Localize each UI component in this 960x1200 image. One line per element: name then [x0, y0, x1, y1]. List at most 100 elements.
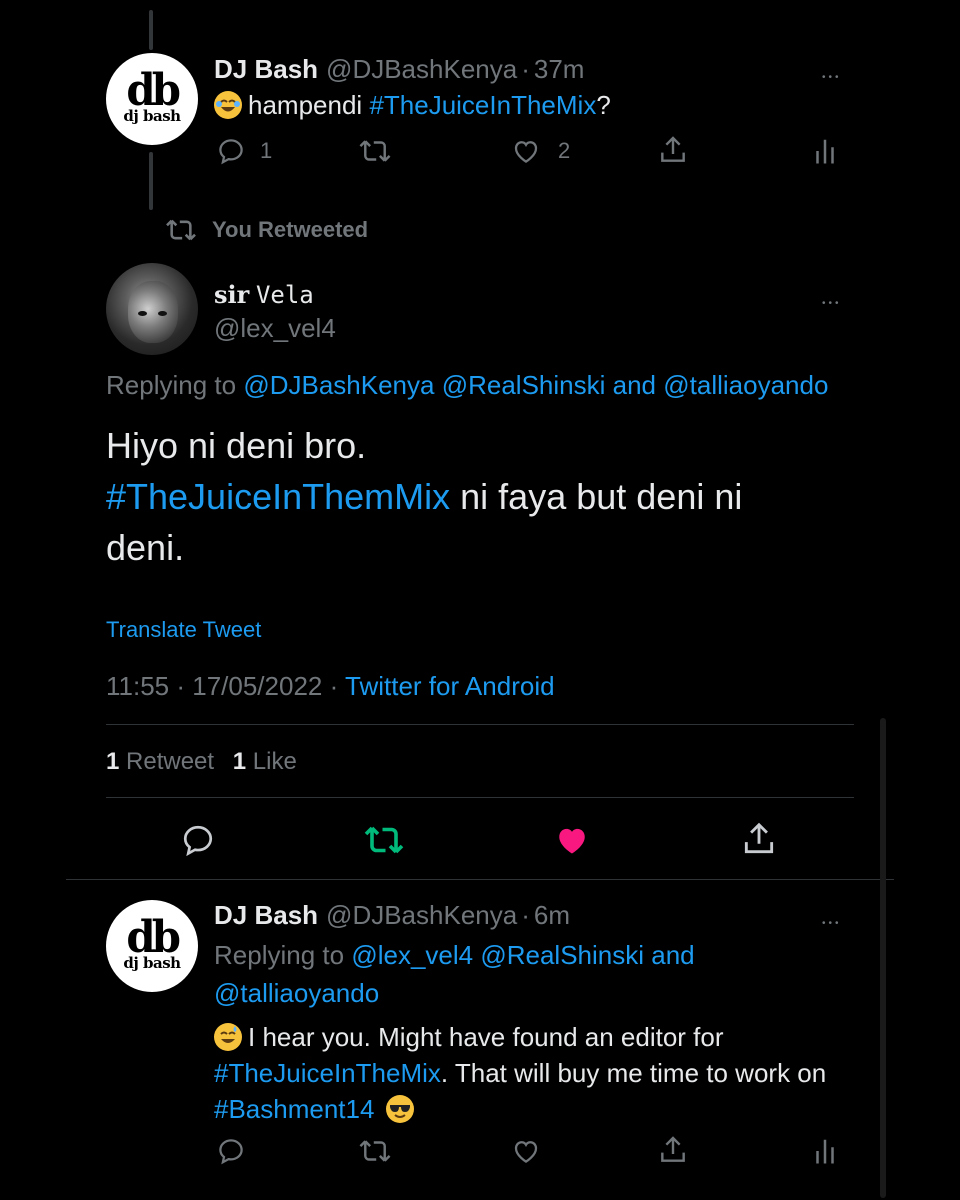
reply-button[interactable]: 1: [216, 136, 272, 166]
main-author-handle[interactable]: @lex_vel4: [214, 313, 336, 344]
avatar-logo-mark: db: [126, 912, 182, 963]
like-stat-label: Like: [252, 748, 297, 775]
reply-icon: [219, 1139, 243, 1165]
author-name[interactable]: DJ Bash: [214, 54, 318, 85]
mention-link[interactable]: @talliaoyando: [663, 370, 828, 400]
reply-count: 1: [260, 138, 273, 163]
main-author-name[interactable]: sir Vela: [214, 280, 314, 310]
tweet-time[interactable]: 6m: [534, 900, 570, 931]
tweet-text-rest: ni faya but deni ni: [460, 476, 743, 517]
replying-label: Replying to: [106, 370, 237, 400]
reply-icon: [183, 825, 213, 857]
author-handle[interactable]: @DJBashKenya: [326, 54, 517, 85]
hashtag-link[interactable]: #TheJuiceInTheMix: [214, 1058, 441, 1088]
sunglasses-emoji-icon: [385, 1095, 414, 1123]
replying-to: Replying to @DJBashKenya @RealShinski an…: [106, 370, 828, 401]
mention-and[interactable]: and: [651, 940, 694, 970]
avatar-djbash[interactable]: db dj bash: [106, 53, 198, 145]
hashtag-link[interactable]: #TheJuiceInThemMix: [106, 476, 450, 517]
hashtag-link[interactable]: #TheJuiceInTheMix: [369, 90, 596, 120]
divider: [106, 724, 854, 725]
tweet1-header: DJ Bash @DJBashKenya · 37m: [214, 52, 584, 86]
main-like-button[interactable]: [552, 822, 592, 858]
divider: [106, 797, 854, 798]
retweet-icon: [364, 826, 404, 854]
mention-link[interactable]: @RealShinski: [480, 940, 644, 970]
like-icon: [514, 1141, 538, 1163]
avatar-djbash[interactable]: db dj bash: [106, 900, 198, 992]
mention-link[interactable]: @talliaoyando: [214, 978, 379, 1008]
tweet-text: hampendi: [248, 90, 363, 120]
tweet1-text: hampendi #TheJuiceInTheMix?: [214, 88, 611, 122]
tweet-time[interactable]: 37m: [534, 54, 585, 85]
retweet-icon: [359, 1140, 391, 1162]
avatar-sirvela[interactable]: [106, 263, 198, 355]
analytics-icon: [816, 139, 834, 164]
author-name[interactable]: DJ Bash: [214, 900, 318, 931]
like-button[interactable]: [510, 1136, 542, 1166]
author-name-suffix: Vela: [255, 281, 314, 309]
mention-link[interactable]: @DJBashKenya: [243, 370, 434, 400]
tweet-source[interactable]: Twitter for Android: [345, 671, 555, 701]
hashtag-link[interactable]: #Bashment14: [214, 1094, 374, 1124]
sweat-smile-emoji-icon: [214, 1023, 242, 1051]
tweet-text-line: deni.: [106, 527, 185, 568]
retweet-banner: You Retweeted: [164, 214, 368, 246]
retweet-stat-label: Retweet: [126, 748, 215, 775]
retweet-button[interactable]: [358, 136, 392, 166]
translate-link[interactable]: Translate Tweet: [106, 617, 261, 643]
tweet-meta: 11:55 · 17/05/2022 · Twitter for Android: [106, 671, 555, 702]
tweet3-text: I hear you. Might have found an editor f…: [214, 1019, 874, 1127]
more-icon[interactable]: [822, 56, 842, 87]
tweet-timestamp[interactable]: 11:55 · 17/05/2022 ·: [106, 671, 338, 701]
share-button[interactable]: [657, 1134, 689, 1166]
analytics-button[interactable]: [812, 1136, 838, 1166]
replying-label: Replying to: [214, 940, 345, 970]
retweet-banner-label: You Retweeted: [212, 217, 369, 242]
like-stat-count: 1: [232, 748, 247, 775]
retweet-banner-icon: [166, 219, 196, 241]
tweet-text-line: #TheJuiceInThemMix ni faya but deni ni: [106, 471, 866, 522]
avatar-logo-mark: db: [126, 65, 182, 116]
analytics-icon: [816, 1139, 834, 1164]
tweet3-replying-to: Replying to @lex_vel4 @RealShinski and @…: [214, 936, 814, 1012]
author-handle[interactable]: @DJBashKenya: [326, 900, 517, 931]
mention-and[interactable]: and: [613, 370, 656, 400]
share-icon: [744, 822, 774, 854]
tweet-text-end: ?: [596, 90, 611, 120]
reply-button[interactable]: [216, 1136, 246, 1166]
tweet-text-line: Hiyo ni deni bro.: [106, 425, 367, 466]
more-icon[interactable]: [822, 282, 842, 313]
like-icon: [514, 141, 538, 163]
scrollbar[interactable]: [880, 718, 886, 1198]
mention-link[interactable]: @lex_vel4: [351, 940, 473, 970]
main-retweet-button[interactable]: [362, 822, 406, 858]
analytics-button[interactable]: [812, 136, 838, 166]
laughing-emoji-icon: [214, 91, 242, 119]
share-button[interactable]: [657, 134, 689, 166]
retweet-stat-count: 1: [106, 748, 120, 775]
engagement-stats: 1 Retweet 1 Like: [106, 748, 297, 776]
like-button[interactable]: 2: [510, 136, 570, 166]
main-tweet-text: Hiyo ni deni bro. #TheJuiceInThemMix ni …: [106, 420, 866, 573]
separator-dot: ·: [521, 899, 530, 930]
main-reply-button[interactable]: [180, 822, 216, 858]
author-name-prefix: sir: [214, 280, 250, 309]
reply-icon: [219, 139, 243, 165]
thread-line-mid: [149, 152, 153, 210]
more-icon[interactable]: [822, 902, 842, 933]
retweet-stat[interactable]: 1 Retweet: [106, 748, 214, 775]
tweet-text: I hear you. Might have found an editor f…: [248, 1022, 724, 1052]
share-icon: [661, 136, 685, 162]
mention-link[interactable]: @RealShinski: [442, 370, 606, 400]
separator-dot: ·: [521, 53, 530, 84]
share-icon: [661, 1136, 685, 1162]
main-share-button[interactable]: [740, 820, 778, 858]
like-icon-filled: [559, 828, 585, 854]
avatar-face: [128, 281, 178, 343]
like-count: 2: [558, 138, 571, 163]
tweet-text: . That will buy me time to work on: [440, 1058, 827, 1088]
like-stat[interactable]: 1 Like: [233, 748, 297, 775]
tweet3-header: DJ Bash @DJBashKenya · 6m: [214, 898, 570, 932]
retweet-button[interactable]: [358, 1136, 392, 1166]
